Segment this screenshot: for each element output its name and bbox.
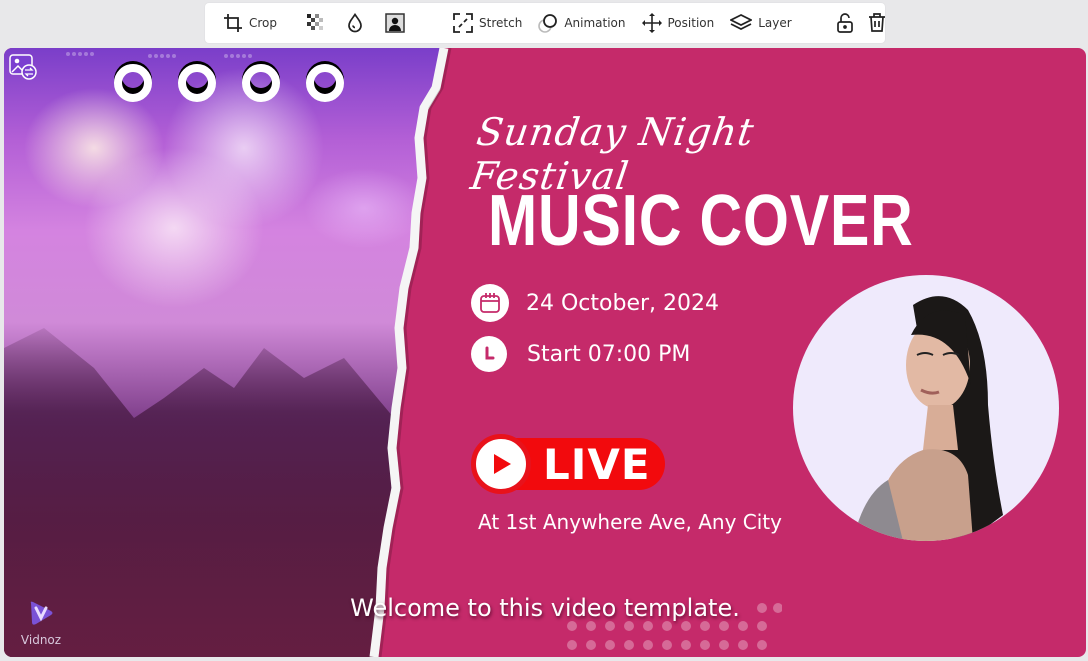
ring-shape (306, 64, 344, 102)
layers-icon (730, 14, 753, 32)
vidnoz-watermark: Vidnoz (16, 600, 66, 647)
live-badge[interactable]: LIVE (471, 434, 667, 494)
crop-button[interactable]: Crop (223, 3, 277, 43)
droplet-icon (347, 13, 363, 33)
ring-shape (178, 64, 216, 102)
time-row[interactable]: Start 07:00 PM (471, 336, 690, 372)
remove-background-button[interactable] (385, 3, 405, 43)
position-button[interactable]: Position (641, 3, 715, 43)
main-title[interactable]: MUSIC COVER (488, 180, 914, 262)
stretch-button[interactable]: Stretch (453, 3, 522, 43)
crop-label: Crop (249, 16, 278, 30)
stretch-label: Stretch (479, 16, 523, 30)
transparency-button[interactable] (307, 3, 325, 43)
video-canvas[interactable]: Sunday Night Festival MUSIC COVER 24 Oct… (4, 48, 1086, 657)
layer-button[interactable]: Layer (730, 3, 792, 43)
position-label: Position (667, 16, 715, 30)
vidnoz-logo-icon (30, 601, 53, 625)
concert-photo[interactable] (4, 48, 444, 657)
crop-icon (223, 13, 243, 33)
date-row[interactable]: 24 October, 2024 (471, 284, 719, 322)
watermark-text: Vidnoz (20, 633, 62, 647)
animation-label: Animation (564, 16, 626, 30)
move-arrows-icon (641, 13, 662, 33)
lock-button[interactable] (836, 3, 854, 43)
ring-shape (242, 64, 280, 102)
clock-icon (471, 336, 507, 372)
live-label: LIVE (543, 440, 651, 489)
image-swap-icon (9, 54, 37, 80)
expand-icon (453, 13, 473, 33)
play-button-icon (471, 434, 531, 494)
event-address[interactable]: At 1st Anywhere Ave, Any City (478, 510, 782, 534)
animation-button[interactable]: Animation (538, 3, 626, 43)
artist-portrait[interactable] (793, 275, 1059, 541)
color-adjust-button[interactable] (347, 3, 363, 43)
delete-button[interactable] (868, 3, 886, 43)
ring-shape (114, 64, 152, 102)
replace-media-button[interactable] (9, 54, 37, 80)
animation-icon (538, 13, 558, 33)
calendar-icon (471, 284, 509, 322)
event-time: Start 07:00 PM (527, 341, 691, 367)
element-toolbar: Crop Stretch Animation Position Layer (205, 3, 885, 43)
subtitle-caption[interactable]: Welcome to this video template. (4, 594, 1086, 622)
trash-icon (868, 13, 886, 33)
portrait-frame-icon (385, 13, 405, 33)
portrait-image (853, 296, 1003, 541)
transparency-icon (307, 14, 325, 32)
decorative-rings (114, 64, 344, 102)
unlock-icon (836, 13, 854, 33)
event-date: 24 October, 2024 (526, 290, 720, 316)
layer-label: Layer (758, 16, 792, 30)
